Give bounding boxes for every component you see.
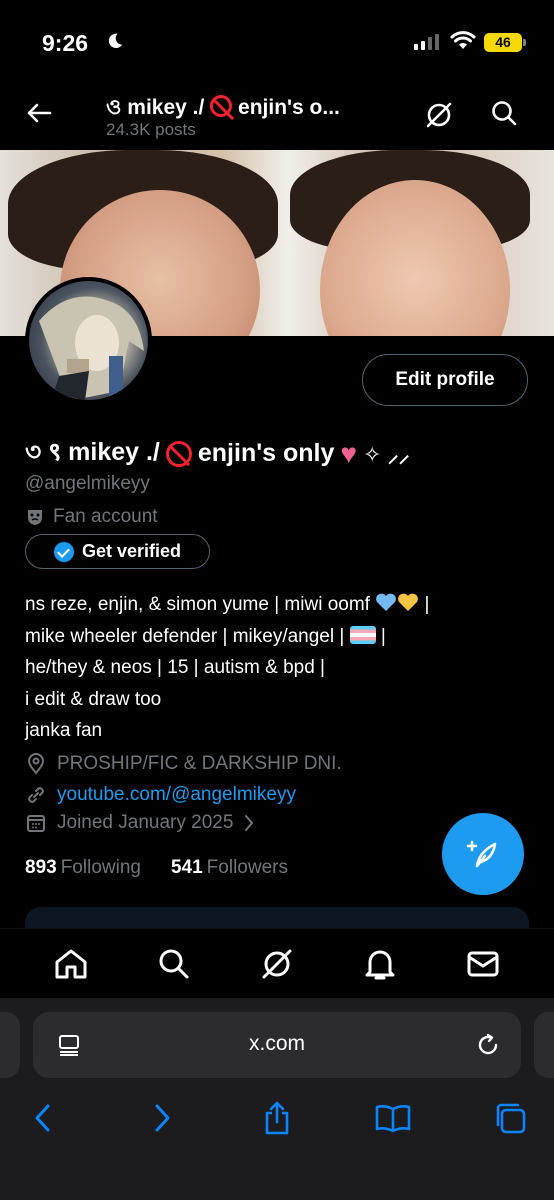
compose-button[interactable] bbox=[442, 813, 524, 895]
grok-icon[interactable] bbox=[424, 100, 454, 130]
display-name: ৩ ९ mikey ./ enjin's only ♥ ✧ ⸝⸝ bbox=[25, 432, 410, 475]
tab-home[interactable] bbox=[51, 944, 91, 984]
bio-line: he/they & neos | 15 | autism & bpd | bbox=[25, 657, 325, 678]
browser-share-button[interactable] bbox=[257, 1098, 297, 1138]
bio-text: | bbox=[424, 594, 430, 615]
grok-icon bbox=[262, 949, 292, 978]
no-littering-icon bbox=[210, 95, 233, 117]
post-count: 24.3K posts bbox=[106, 120, 196, 139]
bio-text: | bbox=[380, 625, 386, 647]
tabs-icon bbox=[496, 1103, 526, 1134]
get-verified-button[interactable]: Get verified bbox=[25, 534, 210, 569]
display-name-prefix: ৩ ९ mikey ./ bbox=[25, 438, 160, 466]
back-arrow-icon[interactable] bbox=[24, 98, 54, 128]
status-bar: 9:26 46 bbox=[0, 0, 554, 90]
calendar-icon bbox=[27, 815, 45, 832]
battery-indicator: 46 bbox=[484, 33, 526, 52]
browser-toolbar bbox=[0, 1098, 554, 1138]
bio-line: mike wheeler defender | mikey/angel | | bbox=[25, 621, 525, 653]
header-title-text: ও mikey ./ bbox=[106, 96, 205, 119]
bio-text: mike wheeler defender | mikey/angel | bbox=[25, 625, 345, 647]
sparkle-icon: ✧ ⸝⸝ bbox=[363, 441, 410, 467]
followers-count: 541 bbox=[170, 857, 203, 878]
location-row: PROSHIP/FIC & DARKSHIP DNI. bbox=[25, 753, 342, 775]
trans-flag-icon bbox=[349, 625, 376, 644]
bio-line: ns reze, enjin, & simon yume | miwi oomf… bbox=[25, 589, 525, 621]
browser-tabs-button[interactable] bbox=[490, 1098, 530, 1138]
bottom-tab-bar bbox=[0, 928, 554, 998]
following-label: Following bbox=[60, 857, 141, 878]
browser-bookmarks-button[interactable] bbox=[373, 1098, 413, 1138]
signal-icon bbox=[414, 34, 439, 50]
following-count: 893 bbox=[25, 857, 57, 878]
bio: ns reze, enjin, & simon yume | miwi oomf… bbox=[25, 589, 525, 747]
display-name-suffix: enjin's only bbox=[197, 439, 335, 467]
bio-line: i edit & draw too bbox=[25, 688, 162, 710]
no-littering-icon bbox=[165, 440, 192, 467]
next-tab-peek[interactable] bbox=[534, 1012, 554, 1078]
get-verified-label: Get verified bbox=[81, 541, 182, 561]
address-bar[interactable]: x.com bbox=[33, 1012, 521, 1078]
share-icon bbox=[265, 1101, 289, 1135]
browser-chrome: x.com bbox=[0, 998, 554, 1200]
bell-icon bbox=[365, 950, 395, 979]
wifi-icon bbox=[450, 31, 476, 49]
handle: @angelmikeyy bbox=[25, 473, 150, 494]
edit-profile-button[interactable]: Edit profile bbox=[362, 354, 528, 406]
mask-icon bbox=[28, 510, 42, 525]
home-icon bbox=[55, 949, 87, 978]
search-icon bbox=[159, 949, 189, 978]
category-row: Fan account bbox=[25, 506, 158, 528]
chevron-left-icon bbox=[35, 1104, 50, 1132]
yellow-heart-icon bbox=[398, 593, 419, 611]
verified-badge-icon bbox=[53, 541, 74, 562]
bio-line: janka fan bbox=[25, 720, 103, 741]
website-row: youtube.com/@angelmikeyy bbox=[25, 784, 296, 806]
chevron-right-icon[interactable] bbox=[243, 813, 255, 833]
tab-messages[interactable] bbox=[463, 944, 503, 984]
tab-grok[interactable] bbox=[257, 944, 297, 984]
browser-forward-button[interactable] bbox=[142, 1098, 182, 1138]
joined-text[interactable]: Joined January 2025 bbox=[57, 812, 233, 834]
chevron-right-icon bbox=[155, 1104, 170, 1132]
location-icon bbox=[27, 753, 45, 775]
tab-notifications[interactable] bbox=[360, 944, 400, 984]
status-time: 9:26 bbox=[42, 30, 89, 56]
url-text: x.com bbox=[248, 1032, 305, 1055]
browser-back-button[interactable] bbox=[23, 1098, 63, 1138]
link-icon bbox=[28, 787, 44, 803]
heart-icon: ♥ bbox=[340, 437, 358, 469]
compose-icon bbox=[466, 840, 497, 868]
moon-icon bbox=[108, 33, 123, 49]
website-link[interactable]: youtube.com/@angelmikeyy bbox=[57, 784, 296, 806]
followers-label: Followers bbox=[206, 857, 288, 878]
avatar[interactable] bbox=[25, 277, 152, 404]
following-link[interactable]: 893 Following bbox=[25, 857, 141, 879]
bio-text: ns reze, enjin, & simon yume | miwi oomf bbox=[25, 594, 370, 615]
reload-icon[interactable] bbox=[475, 1032, 501, 1058]
tab-search[interactable] bbox=[154, 944, 194, 984]
header-title-rest: enjin's o... bbox=[238, 96, 340, 119]
category-label: Fan account bbox=[53, 506, 158, 527]
search-icon[interactable] bbox=[490, 99, 518, 127]
bookmarks-icon bbox=[375, 1105, 411, 1133]
previous-tab-peek[interactable] bbox=[0, 1012, 20, 1078]
mail-icon bbox=[467, 951, 499, 976]
joined-row: Joined January 2025 bbox=[25, 812, 255, 834]
profile-header: ও mikey ./ enjin's o... 24.3K posts bbox=[0, 84, 554, 150]
follow-stats: 893 Following 541 Followers bbox=[25, 857, 288, 879]
blue-heart-icon bbox=[376, 593, 397, 611]
location-text: PROSHIP/FIC & DARKSHIP DNI. bbox=[57, 753, 342, 774]
followers-link[interactable]: 541 Followers bbox=[171, 857, 288, 879]
